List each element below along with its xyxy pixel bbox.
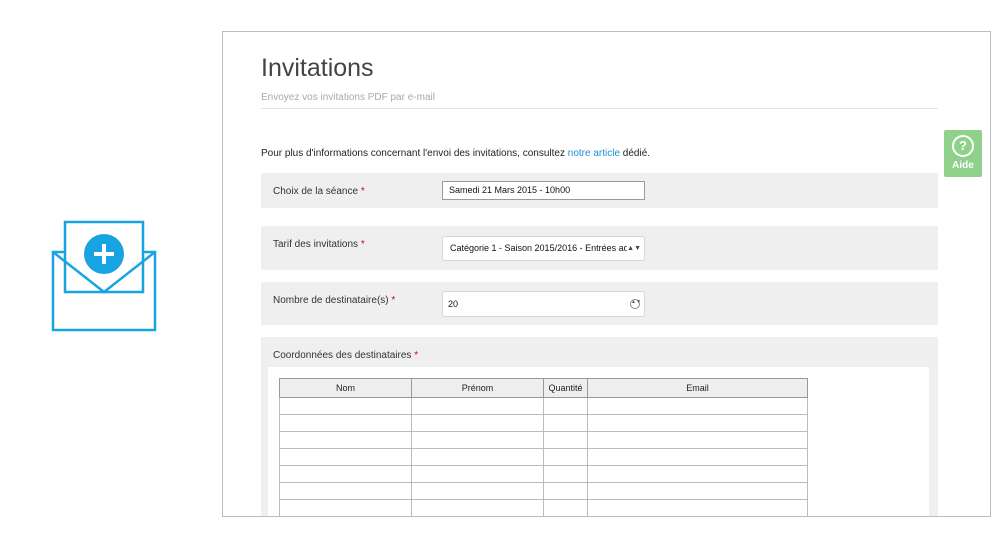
tarif-label: Tarif des invitations * [273, 239, 365, 250]
page-title: Invitations [261, 54, 374, 82]
tarif-row: Tarif des invitations * Catégorie 1 - Sa… [261, 226, 938, 270]
required-marker: * [360, 239, 365, 250]
table-row [279, 482, 808, 500]
count-row: Nombre de destinataire(s) * 20 ▲▼ [261, 282, 938, 325]
required-marker: * [360, 186, 365, 197]
seance-row: Choix de la séance * Samedi 21 Mars 2015… [261, 173, 938, 208]
email-cell[interactable] [587, 397, 808, 415]
recipients-table: Nom Prénom Quantité Email [279, 378, 808, 516]
seance-select[interactable]: Samedi 21 Mars 2015 - 10h00 [442, 181, 645, 200]
nom-cell[interactable] [279, 465, 412, 483]
recipients-label: Coordonnées des destinataires * [273, 350, 418, 361]
quantite-cell[interactable] [543, 448, 588, 466]
quantite-cell[interactable] [543, 499, 588, 516]
seance-label-text: Choix de la séance [273, 186, 359, 197]
email-cell[interactable] [587, 482, 808, 500]
tarif-label-text: Tarif des invitations [273, 239, 359, 250]
quantite-cell[interactable] [543, 482, 588, 500]
help-button[interactable]: ? Aide [944, 130, 982, 177]
nom-cell[interactable] [279, 448, 412, 466]
quantite-cell[interactable] [543, 397, 588, 415]
prenom-cell[interactable] [411, 482, 544, 500]
info-text-before: Pour plus d'informations concernant l'en… [261, 148, 568, 159]
prenom-cell[interactable] [411, 414, 544, 432]
prenom-cell[interactable] [411, 465, 544, 483]
table-header-row: Nom Prénom Quantité Email [279, 378, 808, 398]
recipient-count-input[interactable]: 20 ▲▼ [442, 291, 645, 317]
quantite-cell[interactable] [543, 414, 588, 432]
prenom-cell[interactable] [411, 448, 544, 466]
recipient-count-value: 20 [448, 299, 459, 309]
info-text-after: dédié. [620, 148, 651, 159]
prenom-cell[interactable] [411, 431, 544, 449]
email-cell[interactable] [587, 448, 808, 466]
column-header-email: Email [587, 378, 808, 398]
table-row [279, 448, 808, 466]
email-cell[interactable] [587, 499, 808, 516]
seance-label: Choix de la séance * [273, 186, 365, 197]
nom-cell[interactable] [279, 431, 412, 449]
email-cell[interactable] [587, 431, 808, 449]
prenom-cell[interactable] [411, 499, 544, 516]
prenom-cell[interactable] [411, 397, 544, 415]
tarif-select[interactable]: Catégorie 1 - Saison 2015/2016 - Entrées… [442, 236, 645, 261]
updown-arrow-icon: ▲▼ [627, 237, 641, 260]
info-text: Pour plus d'informations concernant l'en… [261, 148, 650, 159]
required-marker: * [414, 350, 419, 361]
email-cell[interactable] [587, 465, 808, 483]
nom-cell[interactable] [279, 397, 412, 415]
email-cell[interactable] [587, 414, 808, 432]
article-link[interactable]: notre article [568, 148, 620, 159]
help-label: Aide [952, 160, 974, 171]
recipients-label-text: Coordonnées des destinataires [273, 350, 412, 361]
table-row [279, 414, 808, 432]
nom-cell[interactable] [279, 482, 412, 500]
nom-cell[interactable] [279, 414, 412, 432]
column-header-prenom: Prénom [411, 378, 544, 398]
required-marker: * [391, 295, 396, 306]
invitations-window: Invitations Envoyez vos invitations PDF … [222, 31, 991, 517]
recipients-table-panel: Nom Prénom Quantité Email [268, 367, 929, 516]
recipients-row: Coordonnées des destinataires * Nom Prén… [261, 337, 938, 516]
envelope-add-icon [51, 220, 157, 332]
quantite-cell[interactable] [543, 465, 588, 483]
table-row [279, 465, 808, 483]
count-label: Nombre de destinataire(s) * [273, 295, 395, 306]
tarif-select-value: Catégorie 1 - Saison 2015/2016 - Entrées… [450, 243, 634, 253]
table-row [279, 397, 808, 415]
table-row [279, 431, 808, 449]
column-header-nom: Nom [279, 378, 412, 398]
table-row [279, 499, 808, 516]
column-header-quantite: Quantité [543, 378, 588, 398]
quantite-cell[interactable] [543, 431, 588, 449]
count-label-text: Nombre de destinataire(s) [273, 295, 389, 306]
number-stepper[interactable]: ▲▼ [630, 299, 641, 309]
page-subtitle: Envoyez vos invitations PDF par e-mail [261, 92, 435, 103]
nom-cell[interactable] [279, 499, 412, 516]
question-icon: ? [952, 135, 974, 157]
title-divider [261, 108, 938, 109]
